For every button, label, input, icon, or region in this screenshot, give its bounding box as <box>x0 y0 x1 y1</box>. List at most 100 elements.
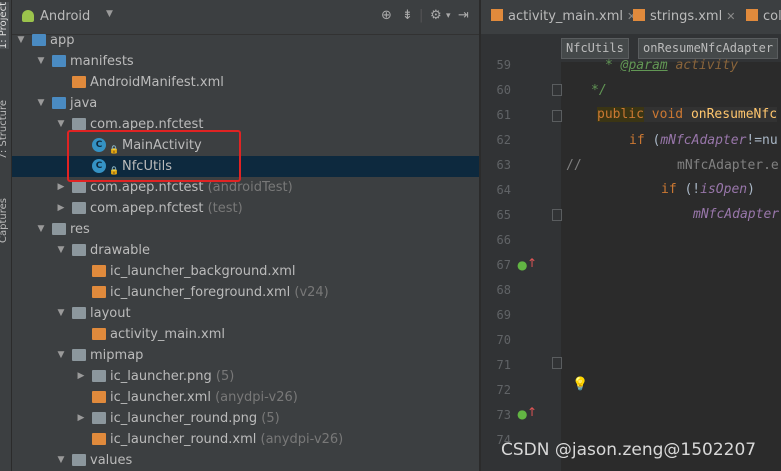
tree-item[interactable]: ▼ java <box>12 93 479 114</box>
separator-icon: | <box>419 8 424 23</box>
tree-item[interactable]: ▶ ic_launcher.png (5) <box>12 366 479 387</box>
code-line-59: * @param activity <box>605 58 739 73</box>
line-number: 66 <box>496 233 511 247</box>
folder-icon <box>72 118 86 130</box>
tree-item[interactable]: ▼ layout <box>12 303 479 324</box>
collapse-arrow-icon[interactable]: ▶ <box>75 366 87 387</box>
xml-file-icon <box>491 9 503 21</box>
tree-item[interactable]: ▼ manifests <box>12 51 479 72</box>
line-number: 65 <box>496 208 511 222</box>
dropdown-arrow-icon[interactable]: ▼ <box>106 9 113 19</box>
code-line-63: // <box>566 158 582 173</box>
tree-item[interactable]: AndroidManifest.xml <box>12 72 479 93</box>
tree-item-label: values <box>90 453 133 468</box>
tree-item-label: res <box>70 222 90 237</box>
xml-file-icon <box>633 9 645 21</box>
breadcrumb-class[interactable]: NfcUtils <box>561 38 629 59</box>
folder-icon <box>72 349 86 361</box>
tree-item-qualifier: (androidTest) <box>203 180 293 195</box>
navigate-up-arrow-icon[interactable]: ↑ <box>527 405 537 419</box>
implemented-method-icon[interactable]: ● <box>517 407 527 421</box>
tree-item-label: layout <box>90 306 131 321</box>
tree-item[interactable]: ▼ res <box>12 219 479 240</box>
breadcrumb-method[interactable]: onResumeNfcAdapter <box>638 38 779 59</box>
fold-marker[interactable] <box>552 84 562 96</box>
tab-strings[interactable]: strings.xml ✕ <box>633 0 735 34</box>
folder-icon <box>72 202 86 214</box>
tree-item[interactable]: ic_launcher.xml (anydpi-v26) <box>12 387 479 408</box>
tree-item[interactable]: ▼ mipmap <box>12 345 479 366</box>
line-number: 60 <box>496 83 511 97</box>
folder-icon <box>52 223 66 235</box>
expand-arrow-icon[interactable]: ▼ <box>55 303 67 324</box>
tool-tab-captures[interactable]: Captures <box>0 198 9 243</box>
line-number: 59 <box>496 58 511 72</box>
gear-dropdown-icon[interactable]: ▾ <box>446 11 451 21</box>
view-selector[interactable]: Android <box>40 9 90 24</box>
tree-item[interactable]: ▶ com.apep.nfctest (test) <box>12 198 479 219</box>
expand-arrow-icon[interactable]: ▼ <box>15 30 27 51</box>
tree-item-label: ic_launcher_background.xml <box>110 264 296 279</box>
expand-arrow-icon[interactable]: ▼ <box>55 114 67 135</box>
tree-item-label: ic_launcher_round.png (5) <box>110 411 280 426</box>
tree-item[interactable]: ic_launcher_background.xml <box>12 261 479 282</box>
file-icon <box>92 265 106 277</box>
folder-icon <box>52 55 66 67</box>
tree-item-qualifier: (anydpi-v26) <box>210 390 298 405</box>
collapse-arrow-icon[interactable]: ▶ <box>55 177 67 198</box>
tree-item[interactable]: ▼ app <box>12 30 479 51</box>
expand-arrow-icon[interactable]: ▼ <box>55 345 67 366</box>
tool-tab-project[interactable]: 1: Project <box>0 2 9 50</box>
tree-item-label: ic_launcher.xml (anydpi-v26) <box>110 390 298 405</box>
file-icon <box>92 391 106 403</box>
collapse-arrow-icon[interactable]: ▶ <box>75 408 87 429</box>
expand-arrow-icon[interactable]: ▼ <box>35 219 47 240</box>
line-number: 67 <box>496 258 511 272</box>
lightbulb-icon[interactable]: 💡 <box>572 377 588 392</box>
collapse-all-icon[interactable]: ⇟ <box>402 8 413 23</box>
navigate-up-arrow-icon[interactable]: ↑ <box>527 256 537 270</box>
tree-item-qualifier: (anydpi-v26) <box>256 432 344 447</box>
tree-item-label: activity_main.xml <box>110 327 226 342</box>
gear-icon[interactable]: ⚙ <box>430 8 442 23</box>
code-editor: activity_main.xml ✕ strings.xml ✕ col NfcU… <box>481 0 781 471</box>
tree-item[interactable]: ic_launcher_round.xml (anydpi-v26) <box>12 429 479 450</box>
tree-item-label: drawable <box>90 243 151 258</box>
collapse-arrow-icon[interactable]: ▶ <box>55 198 67 219</box>
line-number: 63 <box>496 158 511 172</box>
code-line-60: */ <box>591 83 607 98</box>
tree-item[interactable]: ▼ drawable <box>12 240 479 261</box>
line-number: 62 <box>496 133 511 147</box>
tool-window-strip: 1: Project 7: Structure Captures <box>0 0 12 471</box>
tree-item[interactable]: activity_main.xml <box>12 324 479 345</box>
tree-item-label: ic_launcher.png (5) <box>110 369 235 384</box>
folder-icon <box>92 370 106 382</box>
line-number: 70 <box>496 333 511 347</box>
line-number: 68 <box>496 283 511 297</box>
implemented-method-icon[interactable]: ● <box>517 258 527 272</box>
expand-arrow-icon[interactable]: ▼ <box>35 51 47 72</box>
tree-item-label: ic_launcher_round.xml (anydpi-v26) <box>110 432 344 447</box>
code-line-61: public void onResumeNfc <box>597 107 778 122</box>
highlight-annotation <box>67 130 241 182</box>
tab-col[interactable]: col <box>746 0 781 34</box>
tree-item-qualifier: (5) <box>211 369 235 384</box>
tab-activity-main[interactable]: activity_main.xml ✕ <box>491 0 636 34</box>
fold-marker[interactable] <box>552 209 562 221</box>
tree-item[interactable]: ▶ ic_launcher_round.png (5) <box>12 408 479 429</box>
close-icon[interactable]: ✕ <box>726 10 735 23</box>
watermark: CSDN @jason.zeng@1502207 <box>501 440 757 460</box>
fold-marker[interactable] <box>552 357 562 369</box>
file-icon <box>72 76 86 88</box>
expand-arrow-icon[interactable]: ▼ <box>55 240 67 261</box>
expand-arrow-icon[interactable]: ▼ <box>55 450 67 471</box>
expand-arrow-icon[interactable]: ▼ <box>35 93 47 114</box>
tool-tab-structure[interactable]: 7: Structure <box>0 100 9 159</box>
fold-marker[interactable] <box>552 110 562 122</box>
tree-item[interactable]: ic_launcher_foreground.xml (v24) <box>12 282 479 303</box>
code-line-64: if (!isOpen) <box>661 182 755 197</box>
tree-item[interactable]: ▼ values <box>12 450 479 471</box>
locate-icon[interactable]: ⊕ <box>381 8 392 23</box>
line-number: 64 <box>496 183 511 197</box>
hide-panel-icon[interactable]: ⇥ <box>458 8 469 23</box>
